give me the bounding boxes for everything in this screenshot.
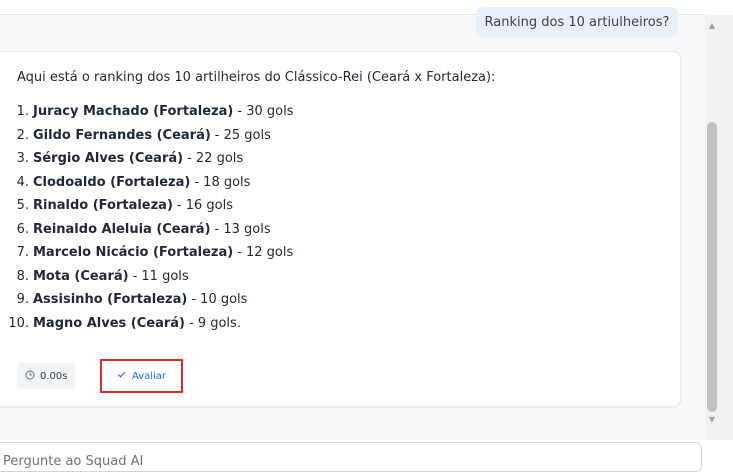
ranking-item: 7. Marcelo Nicácio (Fortaleza) - 12 gols xyxy=(5,241,294,265)
rate-button-label: Avaliar xyxy=(131,370,167,382)
player-name: Mota (Ceará) xyxy=(33,268,129,284)
rank-number: 7. xyxy=(16,245,29,261)
player-goals: - 16 gols xyxy=(176,198,233,214)
player-name: Clodoaldo (Fortaleza) xyxy=(33,174,191,190)
player-name: Rinaldo (Fortaleza) xyxy=(33,198,173,214)
ranking-item: 4. Clodoaldo (Fortaleza) - 18 gols xyxy=(5,171,293,195)
ranking-list: 1. Juracy Machado (Fortaleza) - 30 gols … xyxy=(5,100,293,335)
player-name: Assisinho (Fortaleza) xyxy=(33,292,188,308)
check-icon xyxy=(117,370,126,382)
player-name: Magno Alves (Ceará) xyxy=(33,315,185,331)
assistant-message-card: Aqui está o ranking dos 10 artilheiros d… xyxy=(0,51,681,407)
player-name: Juracy Machado (Fortaleza) xyxy=(33,104,234,120)
player-goals: - 11 gols xyxy=(132,268,189,284)
player-goals: - 13 gols xyxy=(214,221,271,237)
player-goals: - 12 gols xyxy=(237,245,294,261)
ranking-item: 8. Mota (Ceará) - 11 gols xyxy=(5,265,293,289)
ranking-item: 9. Assisinho (Fortaleza) - 10 gols xyxy=(5,288,293,312)
response-time-text: 0.00s xyxy=(40,370,68,382)
ranking-item: 1. Juracy Machado (Fortaleza) - 30 gols xyxy=(5,100,294,124)
rate-button[interactable]: Avaliar xyxy=(100,359,183,393)
player-goals: - 30 gols xyxy=(237,104,294,120)
rank-number: 3. xyxy=(16,151,29,167)
assistant-intro-text: Aqui está o ranking dos 10 artilheiros d… xyxy=(17,70,496,85)
rank-number: 2. xyxy=(16,127,29,143)
player-goals: - 22 gols xyxy=(187,151,244,167)
player-name: Sérgio Alves (Ceará) xyxy=(33,151,184,167)
rank-number: 9. xyxy=(16,292,29,308)
scroll-up-arrow-icon[interactable]: ▲ xyxy=(705,19,719,33)
player-goals: - 9 gols. xyxy=(189,315,241,331)
clock-icon xyxy=(25,370,35,383)
player-goals: - 10 gols xyxy=(191,292,248,308)
ranking-item: 5. Rinaldo (Fortaleza) - 16 gols xyxy=(5,194,293,218)
player-goals: - 25 gols xyxy=(214,127,271,143)
player-name: Reinaldo Aleluia (Ceará) xyxy=(33,221,211,237)
chat-area: Ranking dos 10 artiulheiros? Aqui está o… xyxy=(0,0,705,440)
ranking-item: 3. Sérgio Alves (Ceará) - 22 gols xyxy=(5,147,293,171)
player-name: Marcelo Nicácio (Fortaleza) xyxy=(33,245,234,261)
user-message-text: Ranking dos 10 artiulheiros? xyxy=(484,15,670,30)
rank-number: 4. xyxy=(16,174,29,190)
rank-number: 1. xyxy=(16,104,29,120)
response-time-badge: 0.00s xyxy=(17,363,76,389)
ranking-item: 6. Reinaldo Aleluia (Ceará) - 13 gols xyxy=(5,218,293,242)
player-goals: - 18 gols xyxy=(194,174,251,190)
rank-number: 6. xyxy=(16,221,29,237)
scroll-down-arrow-icon[interactable]: ▼ xyxy=(705,413,719,427)
chat-scrollbar[interactable]: ▲ ▼ xyxy=(705,15,733,440)
user-message-bubble: Ranking dos 10 artiulheiros? xyxy=(476,7,678,37)
player-name: Gildo Fernandes (Ceará) xyxy=(33,127,211,143)
rank-number: 10. xyxy=(8,315,29,331)
chat-input-placeholder: Pergunte ao Squad AI xyxy=(3,454,144,469)
rank-number: 8. xyxy=(16,268,29,284)
ranking-item: 2. Gildo Fernandes (Ceará) - 25 gols xyxy=(5,124,293,148)
rank-number: 5. xyxy=(16,198,29,214)
scroll-thumb[interactable] xyxy=(707,122,717,412)
ranking-item: 10. Magno Alves (Ceará) - 9 gols. xyxy=(5,312,293,336)
message-meta-row: 0.00s Avaliar xyxy=(17,359,183,393)
chat-input[interactable]: Pergunte ao Squad AI xyxy=(0,442,702,472)
